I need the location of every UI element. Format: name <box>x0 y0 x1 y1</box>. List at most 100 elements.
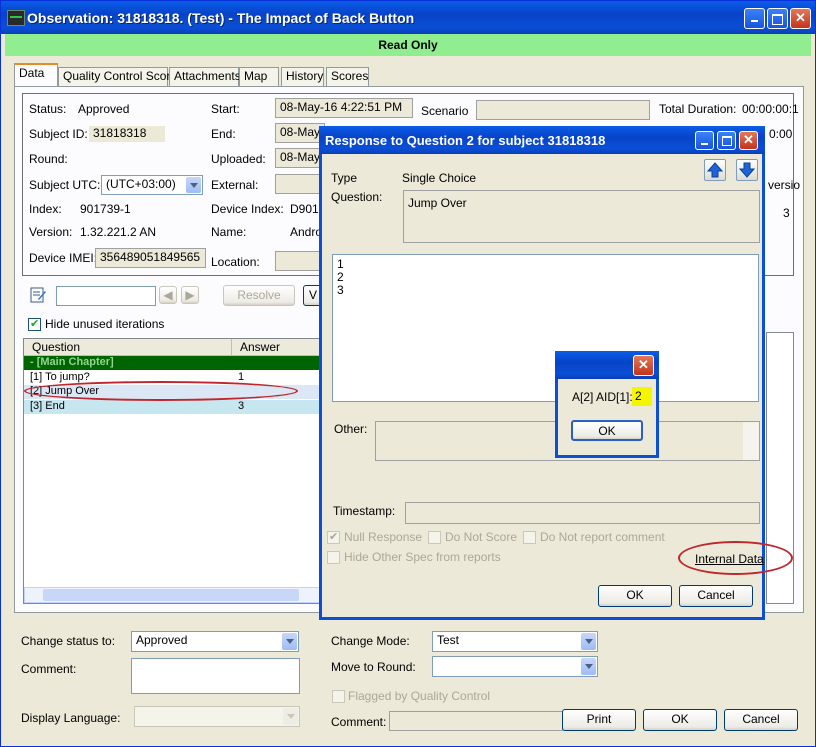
previous-button[interactable]: ◀ <box>159 286 177 304</box>
scenario-field <box>476 100 650 120</box>
device-index-label: Device Index: <box>211 202 284 216</box>
external-field <box>275 174 325 194</box>
table-row[interactable]: [3] End 3 <box>24 400 322 414</box>
close-icon: ✕ <box>795 10 806 25</box>
minimize-icon <box>701 143 708 145</box>
index-label: Index: <box>29 202 62 216</box>
tab-scores[interactable]: Scores <box>326 67 369 86</box>
arrow-right-icon: ▶ <box>185 288 195 302</box>
ok-button[interactable]: OK <box>643 709 717 731</box>
change-status-label: Change status to: <box>21 634 116 648</box>
hide-other-checkbox[interactable] <box>327 551 340 564</box>
timestamp-field <box>405 502 760 524</box>
dialog-minimize-button[interactable] <box>695 131 714 150</box>
tab-history[interactable]: History <box>281 67 324 86</box>
close-button[interactable]: ✕ <box>790 8 811 29</box>
annotation-ellipse <box>678 541 793 575</box>
message-text: A[2] AID[1]: <box>572 390 633 404</box>
location-field <box>275 251 325 271</box>
arrow-down-icon <box>738 162 756 178</box>
uploaded-label: Uploaded: <box>211 152 266 166</box>
dialog-title-bar[interactable]: Response to Question 2 for subject 31818… <box>319 126 765 154</box>
column-header-answer[interactable]: Answer <box>232 339 322 356</box>
index-value: 901739-1 <box>80 202 131 216</box>
flagged-label: Flagged by Quality Control <box>348 689 491 703</box>
cancel-button[interactable]: Cancel <box>724 709 798 731</box>
row-answer: 3 <box>238 400 245 412</box>
scroll-thumb[interactable] <box>43 589 299 601</box>
dialog-close-button[interactable]: ✕ <box>739 131 758 150</box>
window-title: Observation: 31818318. (Test) - The Impa… <box>27 10 415 26</box>
flagged-checkbox[interactable] <box>332 690 345 703</box>
close-icon: ✕ <box>638 357 649 372</box>
minimize-icon <box>751 20 758 22</box>
change-status-select[interactable]: Approved <box>131 631 299 652</box>
change-mode-value: Test <box>437 633 460 647</box>
uploaded-value: 08-May-1 <box>275 148 325 168</box>
display-language-select[interactable] <box>134 706 300 727</box>
scenario-label: Scenario <box>421 104 469 118</box>
answer-option[interactable]: 3 <box>337 284 344 297</box>
comment-label: Comment: <box>21 662 77 676</box>
maximize-button[interactable] <box>767 8 788 29</box>
message-ok-button[interactable]: OK <box>571 420 643 441</box>
move-down-button[interactable] <box>736 159 758 181</box>
change-mode-select[interactable]: Test <box>432 631 598 652</box>
total-duration-value: 00:00:00:1 <box>742 102 799 116</box>
device-imei-label: Device IMEI: <box>29 251 98 265</box>
question-field: Jump Over <box>403 190 760 243</box>
message-close-button[interactable]: ✕ <box>633 355 654 376</box>
end-value: 08-May-1 <box>275 123 325 143</box>
column-header-question[interactable]: Question <box>24 339 232 356</box>
resolve-button[interactable]: Resolve <box>223 285 295 306</box>
tab-map[interactable]: Map <box>239 67 279 86</box>
minimize-button[interactable] <box>744 8 765 29</box>
subject-utc-select[interactable]: (UTC+03:00) <box>101 175 203 195</box>
search-input[interactable] <box>56 286 156 306</box>
chapter-row[interactable]: - [Main Chapter] <box>24 356 322 370</box>
hide-unused-checkbox[interactable] <box>28 317 41 331</box>
next-button[interactable]: ▶ <box>181 286 199 304</box>
question-grid: Question Answer - [Main Chapter] [1] To … <box>23 338 323 604</box>
comment2-label: Comment: <box>331 715 387 729</box>
other-scrollbar[interactable] <box>743 422 759 460</box>
move-to-round-select[interactable] <box>432 656 598 677</box>
title-bar[interactable]: Observation: 31818318. (Test) - The Impa… <box>1 1 815 34</box>
dialog-maximize-button[interactable] <box>717 131 736 150</box>
tab-data[interactable]: Data <box>14 63 58 87</box>
round-label: Round: <box>29 152 68 166</box>
row-question: [3] End <box>30 400 65 412</box>
annotation-ellipse <box>24 381 298 401</box>
close-icon: ✕ <box>743 132 754 147</box>
partial-time-value: 0:00 <box>769 127 793 141</box>
do-not-score-checkbox[interactable] <box>428 531 441 544</box>
move-up-button[interactable] <box>704 159 726 181</box>
display-language-label: Display Language: <box>21 711 121 725</box>
total-duration-label: Total Duration: <box>659 102 737 116</box>
dialog-cancel-button[interactable]: Cancel <box>679 585 753 607</box>
comment-input[interactable] <box>131 658 300 694</box>
null-response-label: Null Response <box>344 530 423 544</box>
arrow-up-icon <box>706 162 724 178</box>
null-response-checkbox[interactable] <box>327 530 340 544</box>
change-mode-label: Change Mode: <box>331 634 410 648</box>
message-title-bar[interactable]: ✕ <box>555 351 659 379</box>
edit-notes-icon[interactable] <box>28 285 48 305</box>
answer-list[interactable]: 1 2 3 <box>332 254 759 402</box>
dialog-title: Response to Question 2 for subject 31818… <box>325 133 606 148</box>
tab-attachments[interactable]: Attachments <box>169 67 241 86</box>
horizontal-scrollbar[interactable] <box>24 587 322 603</box>
other-label: Other: <box>334 422 368 436</box>
comment2-field <box>389 711 563 731</box>
question-label: Question: <box>331 190 383 204</box>
dialog-ok-button[interactable]: OK <box>598 585 672 607</box>
tab-quality-control-score[interactable]: Quality Control Score <box>58 67 177 86</box>
message-box: ✕ A[2] AID[1]: 2 OK <box>555 351 659 458</box>
location-label: Location: <box>211 255 260 269</box>
do-not-report-checkbox[interactable] <box>523 531 536 544</box>
print-button[interactable]: Print <box>562 709 636 731</box>
version-value: 1.32.221.2 AN <box>80 225 157 239</box>
arrow-left-icon: ◀ <box>163 288 173 302</box>
timestamp-label: Timestamp: <box>333 504 396 518</box>
name-label: Name: <box>211 225 247 239</box>
